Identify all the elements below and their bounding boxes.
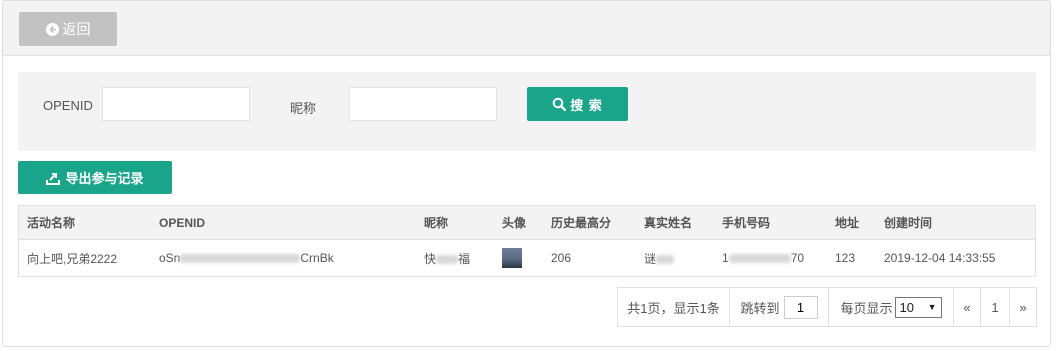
redacted-phone (728, 254, 791, 264)
cell-best-score: 206 (551, 251, 572, 265)
search-button[interactable]: 搜 索 (527, 87, 628, 121)
back-button-label: 返回 (62, 21, 91, 37)
cell-address: 123 (835, 251, 856, 265)
records-table: 活动名称 OPENID 昵称 头像 历史最高分 真实姓名 手机号码 地址 创建时… (18, 205, 1036, 277)
cell-openid: oSn CrnBk (159, 251, 334, 265)
column-header-avatar: 头像 (502, 216, 527, 230)
filter-panel: OPENID 昵称 搜 索 (18, 72, 1036, 151)
page-frame: 返回 OPENID 昵称 搜 索 导出参与记录 活动名称 OPENID 昵称 头… (2, 0, 1051, 347)
arrow-left-circle-icon (45, 22, 59, 36)
page-jump-input[interactable] (783, 295, 818, 319)
page-number-button[interactable]: 1 (980, 287, 1010, 327)
redacted-nickname (436, 254, 459, 264)
export-records-button[interactable]: 导出参与记录 (18, 161, 172, 194)
nickname-label: 昵称 (290, 101, 317, 116)
pagination-summary: 共1页，显示1条 (617, 287, 730, 327)
column-header-activity: 活动名称 (27, 216, 76, 230)
cell-phone: 1 70 (722, 251, 805, 265)
prev-page-button[interactable]: « (953, 287, 981, 327)
column-header-address: 地址 (835, 216, 860, 230)
page-jump: 跳转到 (729, 287, 829, 327)
table-row: 向上吧,兄弟2222 oSn CrnBk 快福 206 谜 1 70 123 201… (19, 240, 1035, 276)
column-header-phone: 手机号码 (722, 216, 771, 230)
column-header-nickname: 昵称 (424, 216, 449, 230)
column-header-best-score: 历史最高分 (551, 216, 612, 230)
export-button-label: 导出参与记录 (65, 171, 144, 186)
nickname-input[interactable] (349, 87, 497, 121)
per-page: 每页显示 10 ▼ (828, 287, 954, 327)
openid-label: OPENID (43, 98, 93, 113)
dropdown-arrow-icon: ▼ (927, 302, 937, 312)
avatar (502, 248, 522, 268)
cell-created-at: 2019-12-04 14:33:55 (884, 251, 996, 265)
cell-activity: 向上吧,兄弟2222 (27, 251, 118, 266)
redacted-openid (180, 254, 301, 264)
search-icon (552, 97, 567, 111)
table-header-row: 活动名称 OPENID 昵称 头像 历史最高分 真实姓名 手机号码 地址 创建时… (19, 206, 1035, 240)
back-button[interactable]: 返回 (19, 12, 117, 46)
top-toolbar: 返回 (3, 1, 1050, 56)
per-page-select[interactable]: 10 ▼ (894, 296, 942, 318)
search-button-label: 搜 索 (570, 97, 603, 113)
cell-real-name: 谜 (644, 250, 675, 267)
openid-input[interactable] (102, 87, 250, 121)
next-page-button[interactable]: » (1009, 287, 1037, 327)
export-icon (46, 172, 61, 185)
redacted-real-name (656, 254, 675, 264)
column-header-created-at: 创建时间 (884, 216, 933, 230)
cell-nickname: 快福 (424, 251, 471, 266)
column-header-openid: OPENID (159, 215, 206, 230)
column-header-real-name: 真实姓名 (644, 216, 693, 230)
